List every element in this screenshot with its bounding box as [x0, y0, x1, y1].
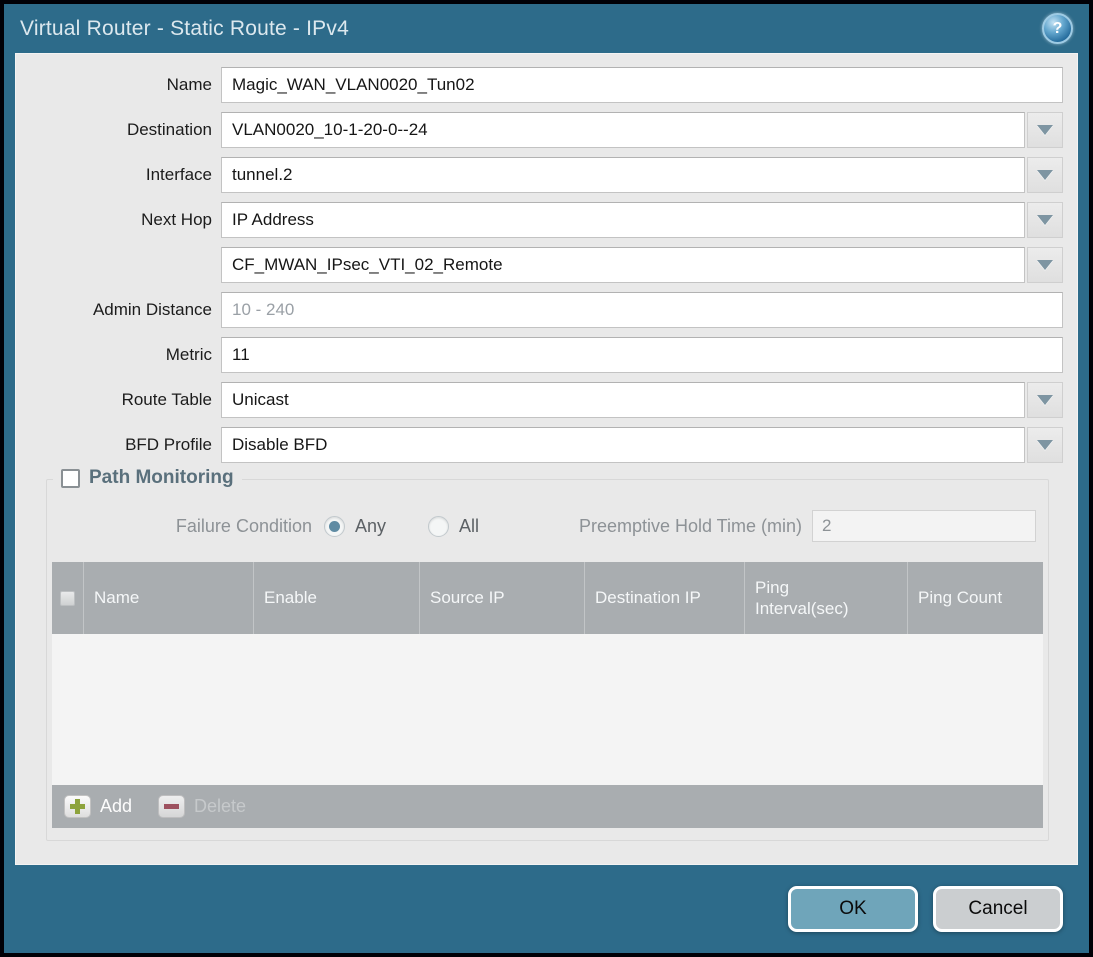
failure-condition-any-radio[interactable]	[324, 516, 345, 537]
dialog-title: Virtual Router - Static Route - IPv4	[20, 17, 349, 41]
destination-input[interactable]	[221, 112, 1025, 148]
chevron-down-icon	[1037, 215, 1053, 225]
bfd-profile-input[interactable]	[221, 427, 1025, 463]
column-header-enable[interactable]: Enable	[254, 562, 420, 634]
bfd-profile-label: BFD Profile	[16, 435, 221, 455]
name-input[interactable]	[221, 67, 1063, 103]
form-row-bfd-profile: BFD Profile	[16, 427, 1063, 463]
metric-label: Metric	[16, 345, 221, 365]
table-header-row: Name Enable Source IP Destination IP Pin…	[52, 562, 1043, 634]
chevron-down-icon	[1037, 440, 1053, 450]
path-monitoring-checkbox[interactable]	[61, 469, 80, 488]
form-row-admin-distance: Admin Distance	[16, 292, 1063, 328]
path-monitoring-group: Path Monitoring Failure Condition Any Al…	[46, 479, 1049, 841]
chevron-down-icon	[1037, 260, 1053, 270]
add-button-label: Add	[100, 796, 132, 817]
path-monitoring-table: Name Enable Source IP Destination IP Pin…	[52, 562, 1043, 828]
delete-button-label: Delete	[194, 796, 246, 817]
route-table-input[interactable]	[221, 382, 1025, 418]
column-header-destination-ip[interactable]: Destination IP	[585, 562, 745, 634]
next-hop-type-dropdown-button[interactable]	[1027, 202, 1063, 238]
form-row-route-table: Route Table	[16, 382, 1063, 418]
interface-input[interactable]	[221, 157, 1025, 193]
cancel-button[interactable]: Cancel	[933, 886, 1063, 932]
interface-label: Interface	[16, 165, 221, 185]
delete-minus-icon	[158, 795, 185, 818]
dialog-footer: OK Cancel	[4, 865, 1089, 953]
form-row-name: Name	[16, 67, 1063, 103]
table-header-checkbox-cell	[52, 562, 84, 634]
static-route-dialog: Virtual Router - Static Route - IPv4 ? N…	[4, 4, 1089, 953]
select-all-checkbox[interactable]	[60, 591, 75, 606]
table-body-empty	[52, 634, 1043, 785]
preemptive-hold-time-label: Preemptive Hold Time (min)	[579, 516, 812, 537]
delete-button[interactable]: Delete	[158, 795, 246, 818]
chevron-down-icon	[1037, 125, 1053, 135]
form-row-interface: Interface	[16, 157, 1063, 193]
admin-distance-input[interactable]	[221, 292, 1063, 328]
column-header-ping-interval[interactable]: Ping Interval(sec)	[745, 562, 908, 634]
metric-input[interactable]	[221, 337, 1063, 373]
route-table-dropdown-button[interactable]	[1027, 382, 1063, 418]
failure-condition-label: Failure Condition	[47, 516, 324, 537]
add-button[interactable]: Add	[64, 795, 132, 818]
next-hop-label: Next Hop	[16, 210, 221, 230]
column-header-name[interactable]: Name	[84, 562, 254, 634]
help-icon[interactable]: ?	[1042, 13, 1073, 44]
path-monitoring-title: Path Monitoring	[89, 467, 234, 489]
chevron-down-icon	[1037, 170, 1053, 180]
interface-dropdown-button[interactable]	[1027, 157, 1063, 193]
bfd-profile-dropdown-button[interactable]	[1027, 427, 1063, 463]
failure-condition-all-radio[interactable]	[428, 516, 449, 537]
destination-dropdown-button[interactable]	[1027, 112, 1063, 148]
admin-distance-label: Admin Distance	[16, 300, 221, 320]
name-label: Name	[16, 75, 221, 95]
column-header-ping-count[interactable]: Ping Count	[908, 562, 1043, 634]
path-monitoring-legend: Path Monitoring	[53, 467, 242, 489]
dialog-titlebar: Virtual Router - Static Route - IPv4 ?	[4, 4, 1089, 53]
ok-button[interactable]: OK	[788, 886, 918, 932]
failure-condition-all-label: All	[459, 516, 479, 537]
chevron-down-icon	[1037, 395, 1053, 405]
table-toolbar: Add Delete	[52, 785, 1043, 828]
form-row-destination: Destination	[16, 112, 1063, 148]
next-hop-address-input[interactable]	[221, 247, 1025, 283]
preemptive-hold-time-input[interactable]	[812, 510, 1036, 542]
next-hop-address-dropdown-button[interactable]	[1027, 247, 1063, 283]
form-row-metric: Metric	[16, 337, 1063, 373]
next-hop-type-input[interactable]	[221, 202, 1025, 238]
dialog-content: Name Destination Interface	[15, 53, 1078, 865]
failure-condition-any-label: Any	[355, 516, 386, 537]
add-plus-icon	[64, 795, 91, 818]
column-header-source-ip[interactable]: Source IP	[420, 562, 585, 634]
route-table-label: Route Table	[16, 390, 221, 410]
form-row-next-hop-address	[16, 247, 1063, 283]
form-row-next-hop: Next Hop	[16, 202, 1063, 238]
destination-label: Destination	[16, 120, 221, 140]
failure-condition-row: Failure Condition Any All Preemptive Hol…	[47, 510, 1048, 542]
